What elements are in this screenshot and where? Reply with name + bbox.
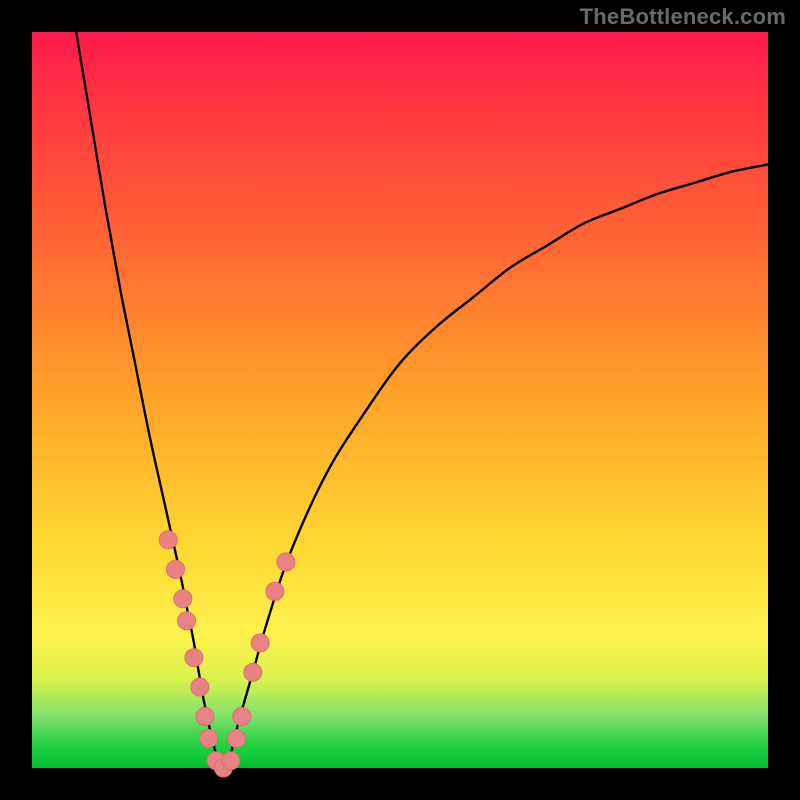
chart-svg (32, 32, 768, 768)
right-dot-4 (251, 634, 269, 652)
left-dot-6 (191, 678, 209, 696)
plot-area (32, 32, 768, 768)
right-dot-1 (228, 730, 246, 748)
left-dot-3 (174, 590, 192, 608)
chart-frame: TheBottleneck.com (0, 0, 800, 800)
left-dot-4 (178, 612, 196, 630)
bottom-dot-3 (222, 752, 240, 770)
right-dot-5 (266, 582, 284, 600)
watermark-text: TheBottleneck.com (580, 4, 786, 30)
left-dot-2 (167, 560, 185, 578)
right-dot-6 (277, 553, 295, 571)
left-dot-5 (185, 649, 203, 667)
data-points (159, 531, 295, 777)
right-dot-3 (244, 663, 262, 681)
right-dot-2 (233, 707, 251, 725)
left-dot-8 (200, 730, 218, 748)
bottleneck-curve (76, 32, 768, 768)
left-dot-1 (159, 531, 177, 549)
left-dot-7 (196, 707, 214, 725)
